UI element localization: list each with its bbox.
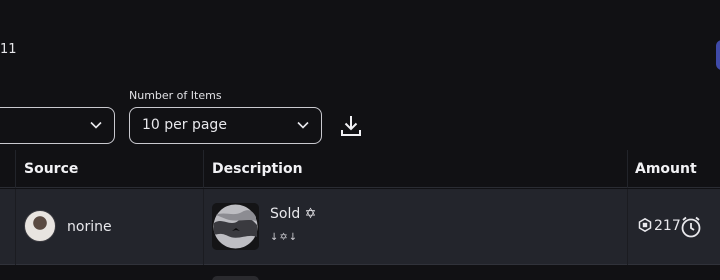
item-thumbnail[interactable] <box>212 276 259 280</box>
item-description-title: Sold ✡ <box>270 206 317 222</box>
clock-icon <box>681 216 701 238</box>
top-right-button[interactable] <box>716 40 720 70</box>
table-header: Source Description Amount <box>0 150 720 188</box>
source-username[interactable]: norine <box>67 219 112 235</box>
chevron-down-icon <box>297 121 309 129</box>
items-per-page-label: Number of Items <box>129 89 222 102</box>
download-icon[interactable] <box>340 114 362 138</box>
column-header-amount: Amount <box>635 161 697 177</box>
column-divider <box>627 150 628 188</box>
item-thumbnail[interactable] <box>212 203 259 250</box>
item-description-subtitle: ↓✡↓ <box>270 232 299 243</box>
items-per-page-select[interactable]: 10 per page <box>129 107 322 144</box>
item-count: 11 <box>0 42 17 57</box>
cell-divider <box>203 189 204 265</box>
amount-value: 217 <box>654 218 681 234</box>
column-divider <box>15 150 16 188</box>
column-header-source: Source <box>24 161 79 177</box>
filter-select[interactable] <box>0 107 115 144</box>
column-divider <box>203 150 204 188</box>
cell-divider <box>627 189 628 265</box>
table-row[interactable] <box>0 266 720 280</box>
robux-icon <box>638 218 652 232</box>
chevron-down-icon <box>90 121 102 129</box>
avatar[interactable] <box>24 210 56 242</box>
cell-divider <box>15 189 16 265</box>
column-header-description: Description <box>212 161 303 177</box>
items-per-page-value: 10 per page <box>142 117 227 133</box>
